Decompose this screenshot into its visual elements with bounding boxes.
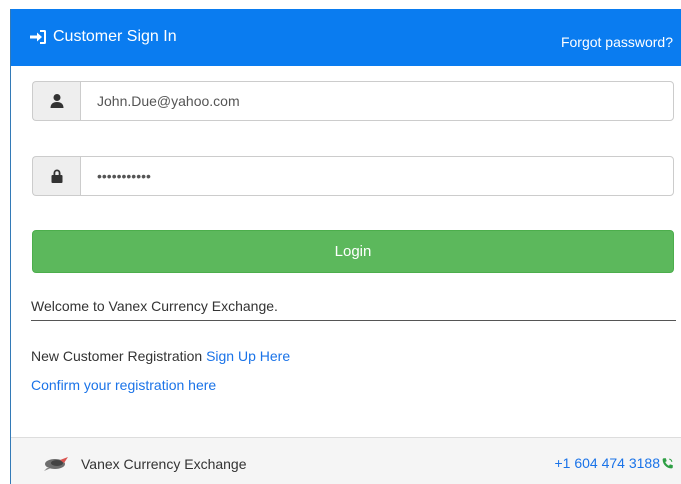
- confirm-registration-link[interactable]: Confirm your registration here: [31, 377, 216, 393]
- registration-line: New Customer Registration Sign Up Here: [31, 348, 290, 364]
- sign-up-link[interactable]: Sign Up Here: [206, 348, 290, 364]
- panel-heading: Customer Sign In Forgot password?: [11, 9, 681, 66]
- welcome-message: Welcome to Vanex Currency Exchange.: [31, 298, 676, 321]
- footer-brand: Vanex Currency Exchange: [43, 456, 247, 472]
- user-icon: [50, 94, 63, 108]
- login-button[interactable]: Login: [32, 230, 674, 273]
- sign-in-panel: Customer Sign In Forgot password? Login …: [10, 9, 681, 484]
- username-addon: [32, 81, 80, 121]
- panel-footer: Vanex Currency Exchange +1 604 474 3188: [11, 437, 681, 484]
- logo-icon: [44, 457, 68, 471]
- password-input[interactable]: [80, 156, 674, 196]
- page-title: Customer Sign In: [53, 28, 177, 45]
- footer-brand-text: Vanex Currency Exchange: [81, 456, 247, 472]
- phone-number: +1 604 474 3188: [554, 455, 661, 471]
- username-input-group: [32, 81, 674, 121]
- registration-prefix: New Customer Registration: [31, 348, 207, 364]
- forgot-password-link[interactable]: Forgot password?: [561, 34, 673, 50]
- heading-title: Customer Sign In: [29, 28, 177, 46]
- footer-phone-link[interactable]: +1 604 474 3188: [555, 455, 675, 471]
- username-input[interactable]: [80, 81, 674, 121]
- password-addon: [32, 156, 80, 196]
- phone-icon: [662, 457, 673, 468]
- sign-in-icon: [30, 30, 46, 44]
- lock-icon: [51, 169, 62, 183]
- password-input-group: [32, 156, 674, 196]
